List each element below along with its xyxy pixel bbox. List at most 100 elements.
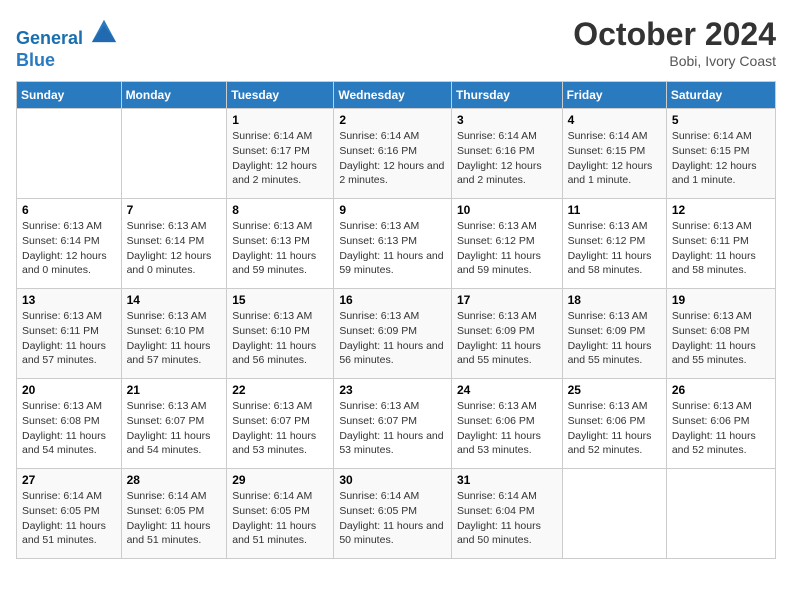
day-number: 13 bbox=[22, 293, 116, 307]
calendar-cell: 15Sunrise: 6:13 AM Sunset: 6:10 PM Dayli… bbox=[227, 289, 334, 379]
day-number: 6 bbox=[22, 203, 116, 217]
day-number: 25 bbox=[568, 383, 661, 397]
calendar-cell: 26 Sunrise: 6:13 AM Sunset: 6:06 PM Dayli… bbox=[666, 379, 775, 469]
calendar-cell: 22 Sunrise: 6:13 AM Sunset: 6:07 PM Dayli… bbox=[227, 379, 334, 469]
day-number: 1 bbox=[232, 113, 328, 127]
week-row-4: 20Sunrise: 6:13 AM Sunset: 6:08 PM Dayli… bbox=[17, 379, 776, 469]
header-saturday: Saturday bbox=[666, 82, 775, 109]
day-number: 14 bbox=[127, 293, 222, 307]
day-number: 16 bbox=[339, 293, 446, 307]
day-number: 21 bbox=[127, 383, 222, 397]
day-info: Sunrise: 6:13 AM Sunset: 6:09 PM Dayligh… bbox=[457, 309, 557, 368]
header-sunday: Sunday bbox=[17, 82, 122, 109]
day-number: 26 bbox=[672, 383, 770, 397]
day-number: 28 bbox=[127, 473, 222, 487]
calendar-cell bbox=[121, 109, 227, 199]
header-thursday: Thursday bbox=[451, 82, 562, 109]
calendar-cell: 7 Sunrise: 6:13 AM Sunset: 6:14 PM Daylig… bbox=[121, 199, 227, 289]
title-block: October 2024 Bobi, Ivory Coast bbox=[573, 16, 776, 69]
calendar-cell: 27 Sunrise: 6:14 AM Sunset: 6:05 PM Dayli… bbox=[17, 469, 122, 559]
calendar-cell: 4 Sunrise: 6:14 AM Sunset: 6:15 PM Daylig… bbox=[562, 109, 666, 199]
day-number: 30 bbox=[339, 473, 446, 487]
day-info: Sunrise: 6:14 AM Sunset: 6:17 PM Dayligh… bbox=[232, 129, 328, 188]
day-info: Sunrise: 6:13 AM Sunset: 6:06 PM Dayligh… bbox=[457, 399, 557, 458]
day-info: Sunrise: 6:13 AM Sunset: 6:09 PM Dayligh… bbox=[568, 309, 661, 368]
day-info: Sunrise: 6:13 AM Sunset: 6:13 PM Dayligh… bbox=[339, 219, 446, 278]
day-info: Sunrise: 6:13 AM Sunset: 6:12 PM Dayligh… bbox=[568, 219, 661, 278]
calendar-cell: 14Sunrise: 6:13 AM Sunset: 6:10 PM Dayli… bbox=[121, 289, 227, 379]
calendar-cell: 23Sunrise: 6:13 AM Sunset: 6:07 PM Dayli… bbox=[334, 379, 452, 469]
day-info: Sunrise: 6:13 AM Sunset: 6:09 PM Dayligh… bbox=[339, 309, 446, 368]
logo-icon bbox=[90, 16, 118, 44]
logo: General Blue bbox=[16, 16, 118, 71]
week-row-3: 13 Sunrise: 6:13 AM Sunset: 6:11 PM Dayli… bbox=[17, 289, 776, 379]
day-info: Sunrise: 6:13 AM Sunset: 6:11 PM Dayligh… bbox=[22, 309, 116, 368]
calendar-cell: 9 Sunrise: 6:13 AM Sunset: 6:13 PM Daylig… bbox=[334, 199, 452, 289]
day-info: Sunrise: 6:14 AM Sunset: 6:05 PM Dayligh… bbox=[22, 489, 116, 548]
calendar-cell: 11 Sunrise: 6:13 AM Sunset: 6:12 PM Dayli… bbox=[562, 199, 666, 289]
day-number: 3 bbox=[457, 113, 557, 127]
day-info: Sunrise: 6:13 AM Sunset: 6:07 PM Dayligh… bbox=[339, 399, 446, 458]
page-header: General Blue October 2024 Bobi, Ivory Co… bbox=[16, 16, 776, 71]
week-row-1: 1 Sunrise: 6:14 AM Sunset: 6:17 PM Daylig… bbox=[17, 109, 776, 199]
day-number: 2 bbox=[339, 113, 446, 127]
day-info: Sunrise: 6:13 AM Sunset: 6:10 PM Dayligh… bbox=[232, 309, 328, 368]
calendar-cell: 25 Sunrise: 6:13 AM Sunset: 6:06 PM Dayli… bbox=[562, 379, 666, 469]
day-info: Sunrise: 6:14 AM Sunset: 6:16 PM Dayligh… bbox=[339, 129, 446, 188]
logo-general: General bbox=[16, 28, 83, 48]
calendar-cell: 5Sunrise: 6:14 AM Sunset: 6:15 PM Daylig… bbox=[666, 109, 775, 199]
calendar-cell: 18 Sunrise: 6:13 AM Sunset: 6:09 PM Dayli… bbox=[562, 289, 666, 379]
day-info: Sunrise: 6:13 AM Sunset: 6:14 PM Dayligh… bbox=[127, 219, 222, 278]
day-number: 17 bbox=[457, 293, 557, 307]
logo-blue: Blue bbox=[16, 50, 55, 70]
day-number: 9 bbox=[339, 203, 446, 217]
day-number: 27 bbox=[22, 473, 116, 487]
day-info: Sunrise: 6:13 AM Sunset: 6:12 PM Dayligh… bbox=[457, 219, 557, 278]
header-tuesday: Tuesday bbox=[227, 82, 334, 109]
calendar-cell bbox=[17, 109, 122, 199]
calendar-cell bbox=[666, 469, 775, 559]
day-number: 19 bbox=[672, 293, 770, 307]
calendar-cell: 20Sunrise: 6:13 AM Sunset: 6:08 PM Dayli… bbox=[17, 379, 122, 469]
calendar-cell: 19 Sunrise: 6:13 AM Sunset: 6:08 PM Dayli… bbox=[666, 289, 775, 379]
day-info: Sunrise: 6:14 AM Sunset: 6:05 PM Dayligh… bbox=[339, 489, 446, 548]
calendar-cell: 31 Sunrise: 6:14 AM Sunset: 6:04 PM Dayli… bbox=[451, 469, 562, 559]
day-info: Sunrise: 6:14 AM Sunset: 6:16 PM Dayligh… bbox=[457, 129, 557, 188]
header-monday: Monday bbox=[121, 82, 227, 109]
calendar-cell: 24 Sunrise: 6:13 AM Sunset: 6:06 PM Dayli… bbox=[451, 379, 562, 469]
day-number: 20 bbox=[22, 383, 116, 397]
day-number: 29 bbox=[232, 473, 328, 487]
day-number: 11 bbox=[568, 203, 661, 217]
calendar-cell: 28 Sunrise: 6:14 AM Sunset: 6:05 PM Dayli… bbox=[121, 469, 227, 559]
day-number: 24 bbox=[457, 383, 557, 397]
day-number: 22 bbox=[232, 383, 328, 397]
calendar-cell: 16 Sunrise: 6:13 AM Sunset: 6:09 PM Dayli… bbox=[334, 289, 452, 379]
day-info: Sunrise: 6:14 AM Sunset: 6:15 PM Dayligh… bbox=[568, 129, 661, 188]
day-info: Sunrise: 6:13 AM Sunset: 6:06 PM Dayligh… bbox=[568, 399, 661, 458]
calendar-table: SundayMondayTuesdayWednesdayThursdayFrid… bbox=[16, 81, 776, 559]
day-info: Sunrise: 6:13 AM Sunset: 6:07 PM Dayligh… bbox=[232, 399, 328, 458]
day-info: Sunrise: 6:13 AM Sunset: 6:08 PM Dayligh… bbox=[672, 309, 770, 368]
calendar-cell: 8Sunrise: 6:13 AM Sunset: 6:13 PM Daylig… bbox=[227, 199, 334, 289]
day-number: 5 bbox=[672, 113, 770, 127]
header-friday: Friday bbox=[562, 82, 666, 109]
day-info: Sunrise: 6:13 AM Sunset: 6:14 PM Dayligh… bbox=[22, 219, 116, 278]
calendar-body: 1 Sunrise: 6:14 AM Sunset: 6:17 PM Daylig… bbox=[17, 109, 776, 559]
day-info: Sunrise: 6:14 AM Sunset: 6:05 PM Dayligh… bbox=[232, 489, 328, 548]
day-info: Sunrise: 6:13 AM Sunset: 6:06 PM Dayligh… bbox=[672, 399, 770, 458]
calendar-cell: 21 Sunrise: 6:13 AM Sunset: 6:07 PM Dayli… bbox=[121, 379, 227, 469]
calendar-cell: 13 Sunrise: 6:13 AM Sunset: 6:11 PM Dayli… bbox=[17, 289, 122, 379]
day-info: Sunrise: 6:13 AM Sunset: 6:07 PM Dayligh… bbox=[127, 399, 222, 458]
day-info: Sunrise: 6:14 AM Sunset: 6:05 PM Dayligh… bbox=[127, 489, 222, 548]
day-number: 12 bbox=[672, 203, 770, 217]
location: Bobi, Ivory Coast bbox=[573, 53, 776, 69]
calendar-cell: 29 Sunrise: 6:14 AM Sunset: 6:05 PM Dayli… bbox=[227, 469, 334, 559]
day-number: 31 bbox=[457, 473, 557, 487]
day-number: 18 bbox=[568, 293, 661, 307]
day-number: 4 bbox=[568, 113, 661, 127]
day-info: Sunrise: 6:14 AM Sunset: 6:04 PM Dayligh… bbox=[457, 489, 557, 548]
calendar-header-row: SundayMondayTuesdayWednesdayThursdayFrid… bbox=[17, 82, 776, 109]
week-row-5: 27 Sunrise: 6:14 AM Sunset: 6:05 PM Dayli… bbox=[17, 469, 776, 559]
day-number: 7 bbox=[127, 203, 222, 217]
calendar-cell: 3 Sunrise: 6:14 AM Sunset: 6:16 PM Daylig… bbox=[451, 109, 562, 199]
